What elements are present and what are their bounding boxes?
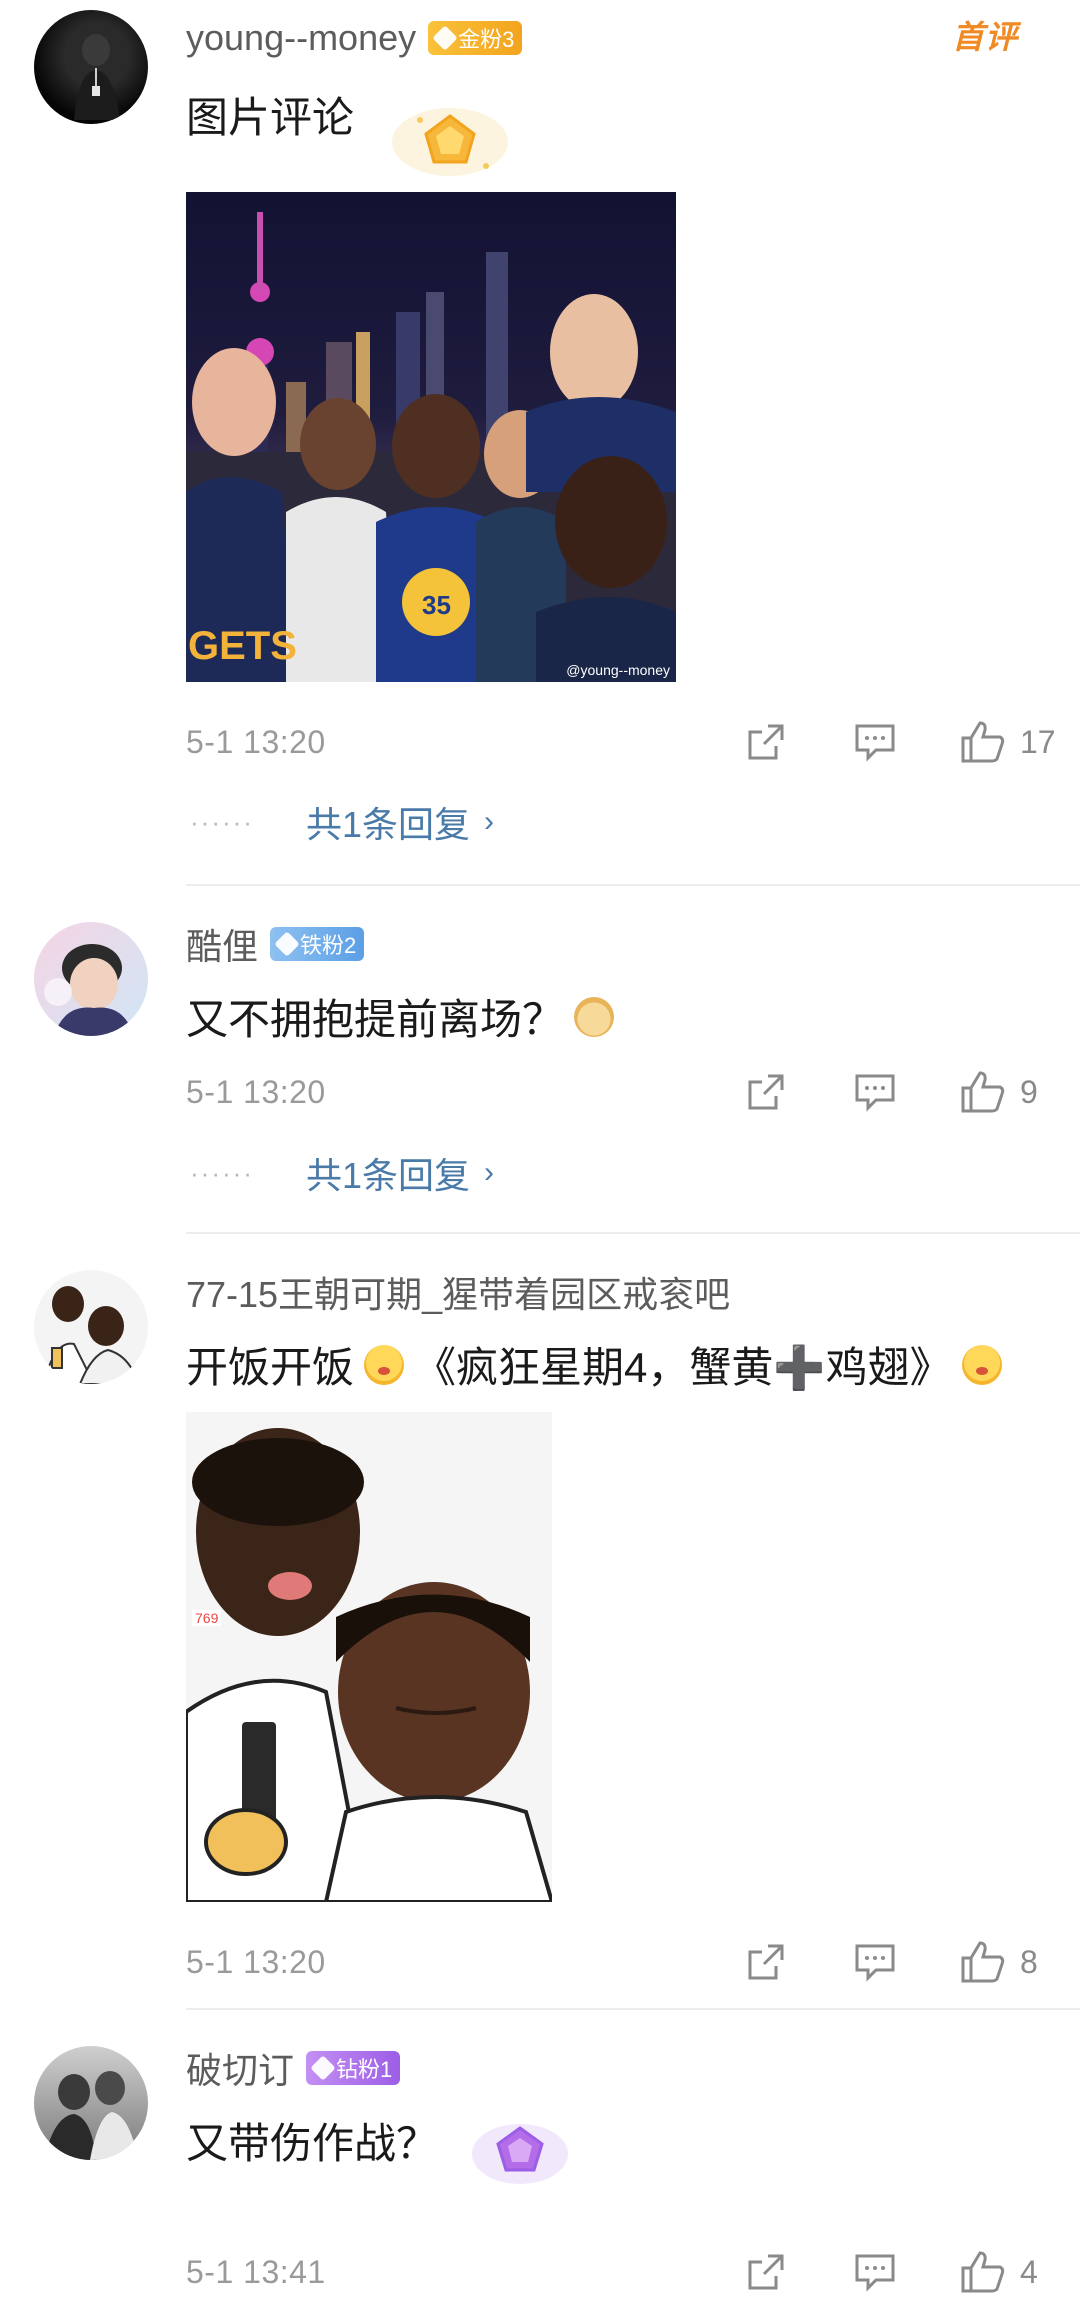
gem-icon xyxy=(274,931,300,957)
avatar[interactable] xyxy=(34,2046,148,2160)
kissing-emoji-icon xyxy=(961,1344,1002,1385)
username[interactable]: 破切订 xyxy=(186,2042,294,2094)
share-button[interactable] xyxy=(746,1942,786,1982)
comment-time: 5-1 13:20 xyxy=(186,1943,326,1980)
reply-dots: ······ xyxy=(190,1157,254,1188)
comment-icon xyxy=(855,2254,895,2292)
comment-text: 开饭开饭 《疯狂星期4，蟹黄➕鸡翅》 xyxy=(186,1334,1080,1395)
like-count: 4 xyxy=(1020,2253,1038,2290)
meme-overlay-label: 769 xyxy=(192,1610,222,1626)
like-button[interactable]: 8 xyxy=(960,1940,1056,1984)
chevron-right-icon: › xyxy=(483,1156,494,1189)
share-button[interactable] xyxy=(746,2252,786,2292)
first-comment-tag: 首评 xyxy=(951,19,1018,55)
gem-icon xyxy=(310,2055,336,2081)
share-icon xyxy=(748,1074,784,1110)
gem-icon xyxy=(432,25,458,51)
like-count: 8 xyxy=(1020,1943,1038,1980)
comment-text: 又带伤作战？ xyxy=(186,2110,1080,2171)
thumbs-up-icon xyxy=(961,1941,1005,1983)
comment-item: 77-15王朝可期_猩带着园区戒衮吧 开饭开饭 《疯狂星期4，蟹黄➕鸡翅》 76… xyxy=(0,1234,1080,2006)
jersey-number: 35 xyxy=(422,590,451,620)
username[interactable]: young--money xyxy=(186,17,416,59)
username[interactable]: 酷俚 xyxy=(186,918,258,970)
avatar-figure xyxy=(42,1286,140,1384)
like-count: 9 xyxy=(1020,1073,1038,1110)
comment-text: 又不拥抱提前离场？ xyxy=(186,986,1080,1047)
avatar[interactable] xyxy=(34,1270,148,1384)
comment-item: 酷俚 铁粉2 又不拥抱提前离场？ 5-1 13:20 9 ······ 共1条回… xyxy=(0,886,1080,1232)
jersey-text-left: GETS xyxy=(188,624,297,668)
fan-badge[interactable]: 金粉3 xyxy=(428,21,523,55)
share-icon xyxy=(748,2254,784,2290)
comment-button[interactable] xyxy=(854,722,896,762)
avatar-figure xyxy=(44,2071,138,2160)
comment-text: 图片评论 xyxy=(186,84,1080,145)
share-icon xyxy=(748,724,784,760)
thumbs-up-icon xyxy=(961,1071,1005,1113)
photo-watermark: @young--money xyxy=(566,662,670,678)
view-replies-link[interactable]: 共1条回复 › xyxy=(306,1147,494,1199)
avatar-figure xyxy=(44,944,134,1036)
view-replies-label: 共1条回复 xyxy=(305,1155,470,1196)
comment-text-label: 又不拥抱提前离场？ xyxy=(186,996,565,1043)
comment-text-part2: 《疯狂星期4，蟹黄➕鸡翅》 xyxy=(414,1344,952,1391)
like-button[interactable]: 17 xyxy=(960,720,1056,764)
fan-badge-label: 钻粉1 xyxy=(336,2057,393,2082)
like-count: 17 xyxy=(1020,723,1056,760)
share-button[interactable] xyxy=(746,722,786,762)
share-button[interactable] xyxy=(746,1072,786,1112)
drooling-emoji-icon xyxy=(364,1344,405,1385)
purple-gem-sticker xyxy=(472,2124,568,2184)
meme-illustration xyxy=(186,1412,552,1902)
reply-dots: ······ xyxy=(190,806,254,837)
fan-badge[interactable]: 钻粉1 xyxy=(306,2051,401,2085)
comment-text-label: 又带伤作战？ xyxy=(186,2120,439,2167)
comment-button[interactable] xyxy=(854,2252,896,2292)
comment-text-part1: 开饭开饭 xyxy=(186,1344,355,1391)
view-replies-link[interactable]: 共1条回复 › xyxy=(306,796,494,848)
share-icon xyxy=(748,1944,784,1980)
comment-time: 5-1 13:20 xyxy=(186,723,326,760)
doge-emoji-icon xyxy=(574,996,615,1037)
comment-icon xyxy=(855,1074,895,1112)
comment-photo[interactable]: 769 xyxy=(186,1412,552,1902)
comment-text-label: 图片评论 xyxy=(186,94,355,141)
comment-time: 5-1 13:41 xyxy=(186,2253,326,2290)
comment-icon xyxy=(855,1944,895,1982)
avatar[interactable] xyxy=(34,922,148,1036)
username[interactable]: 77-15王朝可期_猩带着园区戒衮吧 xyxy=(186,1266,730,1318)
comment-button[interactable] xyxy=(854,1942,896,1982)
fan-badge-label: 铁粉2 xyxy=(300,933,357,958)
comment-time: 5-1 13:20 xyxy=(186,1073,326,1110)
avatar-figure xyxy=(74,34,120,120)
comment-item: 破切订 钻粉1 又带伤作战？ 5-1 13:41 4 xyxy=(0,2010,1080,2317)
thumbs-up-icon xyxy=(961,2251,1005,2293)
gold-gem-sticker xyxy=(392,108,508,176)
comment-button[interactable] xyxy=(854,1072,896,1112)
thumbs-up-icon xyxy=(961,721,1005,763)
comment-icon xyxy=(855,724,895,762)
like-button[interactable]: 9 xyxy=(960,1070,1056,1114)
comment-item: young--money 金粉3 图片评论 首评 GETS 35 @young-… xyxy=(0,0,1080,880)
comment-photo[interactable]: GETS 35 @young--money xyxy=(186,192,676,682)
fan-badge-label: 金粉3 xyxy=(458,27,515,52)
view-replies-label: 共1条回复 xyxy=(305,804,470,845)
like-button[interactable]: 4 xyxy=(960,2250,1056,2294)
fan-badge[interactable]: 铁粉2 xyxy=(270,927,365,961)
chevron-right-icon: › xyxy=(483,805,494,838)
avatar[interactable] xyxy=(34,10,148,124)
